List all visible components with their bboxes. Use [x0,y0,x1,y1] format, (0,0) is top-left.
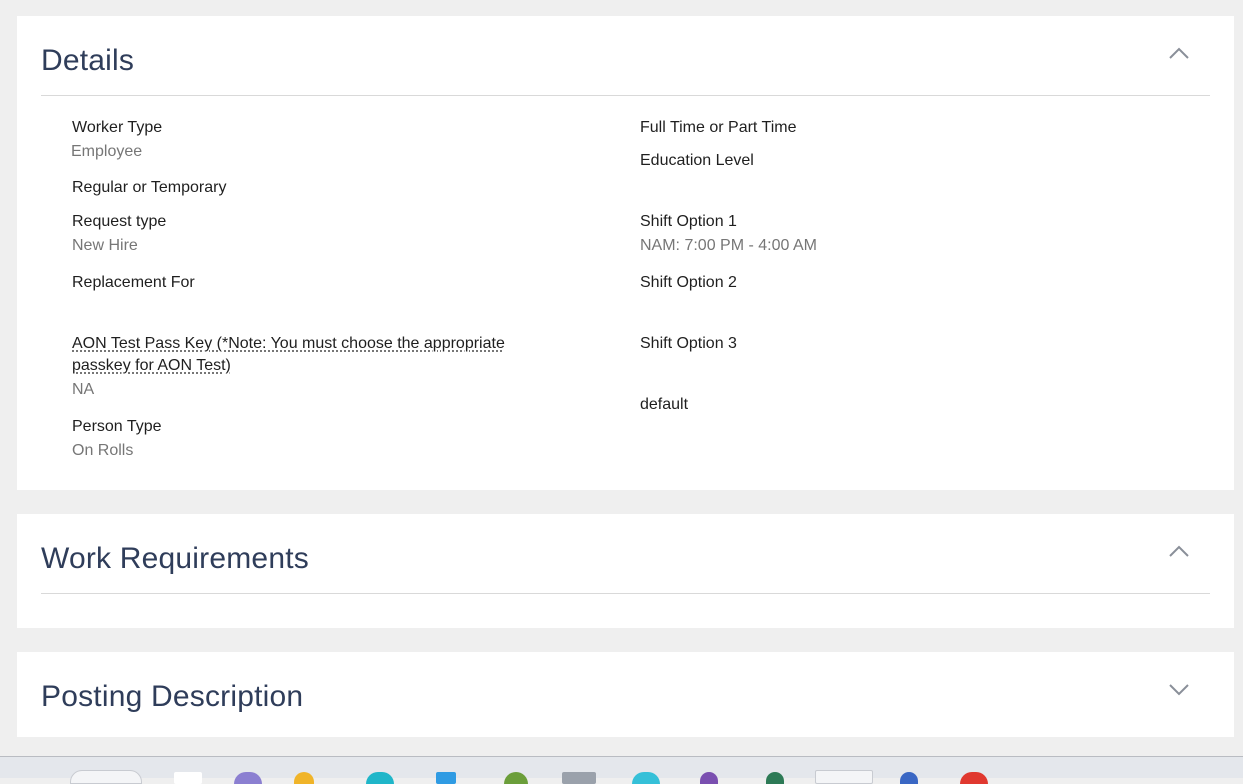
taskbar-app-icon[interactable] [294,772,314,784]
field-regular-or-temporary: Regular or Temporary [72,177,226,199]
field-label: Shift Option 3 [640,335,737,352]
posting-description-title: Posting Description [41,680,304,713]
taskbar [0,756,1243,784]
field-label: default [640,396,689,413]
taskbar-app-icon[interactable] [70,770,142,784]
field-replacement-for: Replacement For [72,272,195,294]
work-requirements-header[interactable]: Work Requirements [41,514,1210,594]
field-label: Regular or Temporary [72,179,227,196]
field-request-type: Request type New Hire [72,211,166,257]
field-person-type: Person Type On Rolls [72,416,162,462]
field-label: Person Type [72,418,162,435]
taskbar-app-icon[interactable] [632,772,660,784]
taskbar-app-icon[interactable] [900,772,918,784]
field-shift-option-2: Shift Option 2 [640,272,737,294]
field-value: Employee [71,143,143,160]
taskbar-app-icon[interactable] [436,772,456,784]
chevron-up-icon[interactable] [1168,544,1190,558]
field-shift-option-3: Shift Option 3 [640,333,737,355]
details-title: Details [41,44,135,77]
field-label: Full Time or Part Time [640,119,797,136]
taskbar-app-icon[interactable] [504,772,528,784]
taskbar-app-icon[interactable] [366,772,394,784]
taskbar-app-icon[interactable] [766,772,784,784]
field-education-level: Education Level [640,150,754,172]
field-label: Education Level [640,152,754,169]
field-shift-option-1: Shift Option 1 NAM: 7:00 PM - 4:00 AM [640,211,817,257]
chevron-down-icon[interactable] [1168,682,1190,696]
taskbar-app-icon[interactable] [174,772,202,784]
field-value: NAM: 7:00 PM - 4:00 AM [640,237,817,254]
chevron-up-icon[interactable] [1168,46,1190,60]
field-value: On Rolls [72,442,134,459]
field-default: default [640,394,688,416]
field-label[interactable]: AON Test Pass Key (*Note: You must choos… [72,333,542,377]
work-requirements-title: Work Requirements [41,542,309,575]
details-header[interactable]: Details [41,16,1210,96]
taskbar-app-icon[interactable] [234,772,262,784]
work-requirements-section: Work Requirements [17,514,1234,628]
posting-description-section: Posting Description [17,652,1234,737]
taskbar-app-icon[interactable] [700,772,718,784]
field-label: Request type [72,213,167,230]
field-label: Shift Option 1 [640,213,737,230]
taskbar-app-icon[interactable] [562,772,596,784]
field-value: NA [72,381,95,398]
posting-description-header[interactable]: Posting Description [41,652,1210,731]
details-section: Details Worker Type Employee Regular or … [17,16,1234,490]
taskbar-app-icon-active[interactable] [815,770,873,784]
field-worker-type: Worker Type Employee [71,117,163,163]
field-label: Replacement For [72,274,195,291]
field-label: Worker Type [72,119,163,136]
field-label: Shift Option 2 [640,274,737,291]
field-aon-test-pass-key: AON Test Pass Key (*Note: You must choos… [72,333,542,401]
field-value: New Hire [72,237,138,254]
taskbar-app-icon[interactable] [960,772,988,784]
field-full-time-or-part-time: Full Time or Part Time [640,117,796,139]
